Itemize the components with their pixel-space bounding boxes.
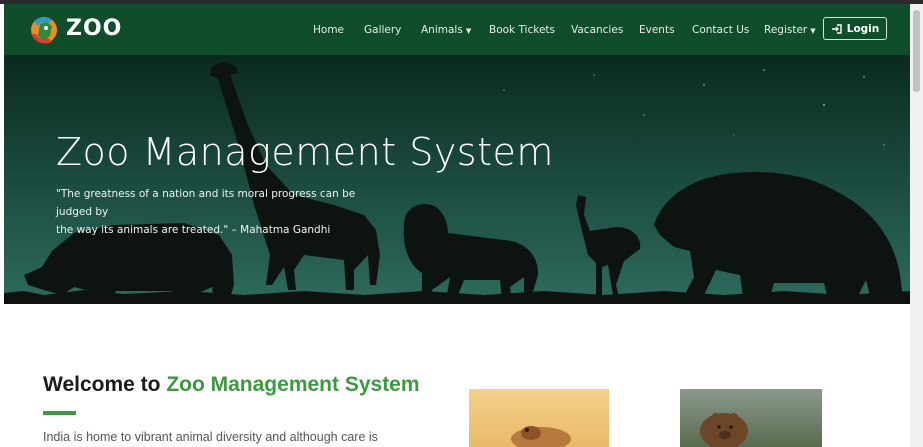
frog-photo: [469, 389, 609, 447]
nav-vacancies[interactable]: Vacancies: [571, 24, 623, 36]
brand-name: ZOO: [66, 16, 123, 41]
hero-quote-line-1: "The greatness of a nation and its moral…: [56, 188, 356, 218]
welcome-intro-text: India is home to vibrant animal diversit…: [43, 430, 378, 444]
chevron-down-icon: ▼: [810, 27, 816, 35]
nav-events[interactable]: Events: [639, 24, 675, 36]
nav-gallery[interactable]: Gallery: [364, 24, 401, 36]
zoo-animals-logo-icon: [31, 17, 57, 44]
scrollbar-thumb[interactable]: [913, 10, 920, 92]
nav-animals-label: Animals: [421, 24, 463, 36]
nav-book-tickets[interactable]: Book Tickets: [489, 24, 555, 36]
animal-image-bear: [680, 389, 822, 447]
hero-title: Zoo Management System: [56, 130, 554, 174]
animal-image-frog: [469, 389, 609, 447]
hero-quote: "The greatness of a nation and its moral…: [56, 185, 386, 239]
nav-register[interactable]: Register ▼: [764, 24, 816, 36]
brand-logo[interactable]: ZOO: [26, 12, 126, 48]
nav-contact-us[interactable]: Contact Us: [692, 24, 749, 36]
welcome-prefix: Welcome to: [43, 373, 167, 396]
heading-underline: [43, 411, 76, 415]
login-button[interactable]: Login: [823, 17, 887, 40]
hero-quote-line-2: the way its animals are treated." – Maha…: [56, 224, 331, 236]
hero-background-illustration: [4, 55, 910, 304]
hero-banner: Zoo Management System "The greatness of …: [4, 55, 910, 304]
nav-animals[interactable]: Animals ▼: [421, 24, 471, 36]
welcome-heading: Welcome to Zoo Management System: [43, 373, 420, 397]
welcome-highlight: Zoo Management System: [166, 373, 420, 396]
navbar: ZOO Home Gallery Animals ▼ Book Tickets V…: [4, 4, 910, 55]
nav-home[interactable]: Home: [313, 24, 344, 36]
nav-register-label: Register: [764, 24, 808, 36]
login-label: Login: [846, 22, 880, 35]
bear-photo: [680, 389, 822, 447]
chevron-down-icon: ▼: [465, 27, 472, 35]
sign-in-icon: [831, 23, 842, 34]
